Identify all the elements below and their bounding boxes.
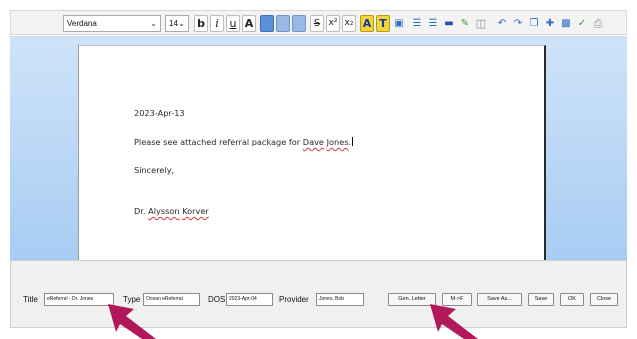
patient-last-name: Jones [326,137,349,147]
font-size-select[interactable]: 14 ⌄ [165,15,189,32]
letter-properties-bar: Title eReferral - Dr. Jones Type Ocean e… [10,260,627,328]
numbered-list-icon[interactable]: ☰ [426,15,440,32]
chevron-down-icon: ⌄ [178,19,185,28]
font-family-select[interactable]: Verdana ⌄ [63,15,161,32]
chevron-down-icon: ⌄ [150,19,157,28]
strikethrough-button[interactable]: S [310,15,324,32]
undo-icon[interactable]: ↶ [495,15,509,32]
italic-label: i [215,17,219,30]
underline-label: u [229,17,237,30]
letter-editor-window: Verdana ⌄ 14 ⌄ b i u A S x² x₂ A T ▣ ☰ ☰… [0,0,637,339]
close-button[interactable]: Close [590,293,618,306]
patient-first-name: Dave [302,137,324,147]
body-period: . [348,137,352,147]
letter-page[interactable]: 2023-Apr-13 Please see attached referral… [78,45,546,260]
superscript-label: x² [328,18,338,28]
editor-canvas: 2023-Apr-13 Please see attached referral… [10,36,627,260]
align-left-icon[interactable] [260,15,274,32]
highlight-button[interactable]: A [360,15,374,32]
highlight-label: A [362,17,372,30]
provider-field[interactable]: Jones, Bob [316,293,364,306]
spellcheck-icon[interactable]: ✓ [575,15,589,32]
font-color-button[interactable]: A [242,15,256,32]
bold-button[interactable]: b [194,15,208,32]
letter-body-text: Please see attached referral package for [134,137,303,147]
signature-last-name: Korver [182,206,209,216]
dos-field[interactable]: 2023-Apr-04 [226,293,273,306]
letter-date: 2023-Apr-13 [134,108,185,118]
paste-icon[interactable]: ▩ [559,15,573,32]
superscript-button[interactable]: x² [326,15,340,32]
text-box-label: T [379,17,387,30]
subscript-button[interactable]: x₂ [342,15,356,32]
signature-prefix: Dr. [134,206,149,216]
bold-label: b [197,17,205,30]
save-as-button[interactable]: Save As... [477,293,522,306]
underline-button[interactable]: u [226,15,240,32]
bulleted-list-icon[interactable]: ☰ [410,15,424,32]
font-family-value: Verdana [67,19,97,28]
print-icon[interactable]: ⎙ [591,15,605,32]
font-color-label: A [244,17,254,30]
align-center-icon[interactable] [276,15,290,32]
insert-icon[interactable]: ✚ [543,15,557,32]
formatting-toolbar: Verdana ⌄ 14 ⌄ b i u A S x² x₂ A T ▣ ☰ ☰… [10,10,627,35]
text-cursor [352,137,354,146]
letter-signature: Dr. Alysson Korver [134,206,209,216]
pen-icon[interactable]: ✎ [458,15,472,32]
signature-first-name: Alysson [148,206,180,216]
font-size-value: 14 [169,19,178,28]
copy-icon[interactable]: ❐ [527,15,541,32]
save-button[interactable]: Save [528,293,554,306]
letter-body-line: Please see attached referral package for… [134,137,354,147]
title-label: Title [23,295,38,304]
subscript-label: x₂ [344,18,354,28]
redo-icon[interactable]: ↷ [511,15,525,32]
letter-closing: Sincerely, [134,165,175,175]
table-icon[interactable]: ▣ [392,15,406,32]
align-right-icon[interactable] [292,15,306,32]
ok-button[interactable]: OK [560,293,584,306]
pointer-arrow-icon [108,304,156,339]
image-icon[interactable]: ◫ [474,15,488,32]
italic-button[interactable]: i [210,15,224,32]
strike-label: S [313,18,321,29]
text-box-button[interactable]: T [376,15,390,32]
pointer-arrow-icon [430,304,478,339]
provider-label: Provider [279,295,309,304]
dos-label: DOS [208,295,226,304]
horizontal-rule-icon[interactable]: ▬ [442,15,456,32]
